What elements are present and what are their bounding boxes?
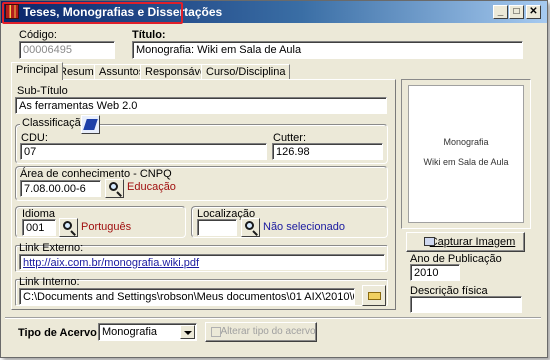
subtitulo-field[interactable]: As ferramentas Web 2.0 xyxy=(15,97,387,114)
preview-line-1: Monografia xyxy=(443,137,489,147)
tipo-acervo-value: Monografia xyxy=(102,326,158,338)
link-externo-field[interactable]: http://aix.com.br/monografia.wiki.pdf xyxy=(19,254,385,270)
title-highlight-box xyxy=(2,2,183,24)
localizacao-search-button[interactable] xyxy=(241,218,260,237)
capturar-imagem-button[interactable]: Capturar Imagem xyxy=(406,232,525,252)
book-icon xyxy=(83,119,98,130)
footer-divider xyxy=(5,317,541,319)
search-icon xyxy=(109,182,118,191)
cdu-field[interactable]: 07 xyxy=(20,143,267,160)
link-externo-url[interactable]: http://aix.com.br/monografia.wiki.pdf xyxy=(23,257,199,269)
tipo-acervo-label: Tipo de Acervo : xyxy=(18,327,104,339)
classificacao-label: Classificação xyxy=(20,117,89,129)
descricao-fisica-field[interactable] xyxy=(410,296,522,313)
link-externo-label: Link Externo: xyxy=(19,242,84,254)
cover-preview: Monografia Wiki em Sala de Aula xyxy=(408,85,524,223)
link-interno-folder-button[interactable] xyxy=(362,285,386,306)
dropdown-arrow-button[interactable] xyxy=(180,325,195,339)
teses-window: Teses, Monografias e Dissertações _ □ ✕ … xyxy=(0,0,548,358)
tab-principal[interactable]: Principal xyxy=(11,62,64,80)
preview-line-2: Wiki em Sala de Aula xyxy=(423,157,509,167)
search-icon xyxy=(245,221,254,230)
classificacao-book-button[interactable] xyxy=(81,115,100,134)
link-interno-label: Link Interno: xyxy=(19,276,80,288)
alterar-tipo-button[interactable]: Alterar tipo do acervo xyxy=(205,322,317,342)
codigo-label: Código: xyxy=(19,29,57,41)
link-interno-field[interactable]: C:\Documents and Settings\robson\Meus do… xyxy=(19,288,355,305)
capturar-imagem-label: Capturar Imagem xyxy=(429,236,516,248)
folder-icon xyxy=(368,292,381,300)
area-name: Educação xyxy=(127,181,176,193)
titulo-label: Título: xyxy=(132,29,166,41)
title-bar[interactable]: Teses, Monografias e Dissertações _ □ ✕ xyxy=(1,1,547,24)
minimize-button[interactable]: _ xyxy=(493,5,508,19)
area-label: Área de conhecimento - CNPQ xyxy=(20,168,172,180)
idioma-search-button[interactable] xyxy=(59,218,78,237)
search-icon xyxy=(63,221,72,230)
ano-publicacao-field[interactable]: 2010 xyxy=(410,264,460,281)
cutter-field[interactable]: 126.98 xyxy=(272,143,383,160)
swap-icon xyxy=(211,327,221,337)
camera-icon xyxy=(424,237,435,246)
area-search-button[interactable] xyxy=(105,179,124,198)
maximize-button[interactable]: □ xyxy=(509,5,524,19)
codigo-field[interactable]: 00006495 xyxy=(19,41,115,59)
localizacao-code-field[interactable] xyxy=(197,219,237,236)
close-button[interactable]: ✕ xyxy=(526,5,541,19)
chevron-down-icon xyxy=(184,331,192,335)
subtitulo-label: Sub-Título xyxy=(17,85,68,97)
alterar-tipo-label: Alterar tipo do acervo xyxy=(220,326,316,337)
area-code-field[interactable]: 7.08.00.00-6 xyxy=(20,180,101,197)
idioma-code-field[interactable]: 001 xyxy=(22,219,56,236)
tipo-acervo-select[interactable]: Monografia xyxy=(98,323,197,341)
localizacao-name: Não selecionado xyxy=(263,221,345,233)
titulo-field[interactable]: Monografia: Wiki em Sala de Aula xyxy=(132,41,523,59)
tab-curso-disciplina[interactable]: Curso/Disciplina xyxy=(201,64,291,79)
idioma-name: Português xyxy=(81,221,132,233)
